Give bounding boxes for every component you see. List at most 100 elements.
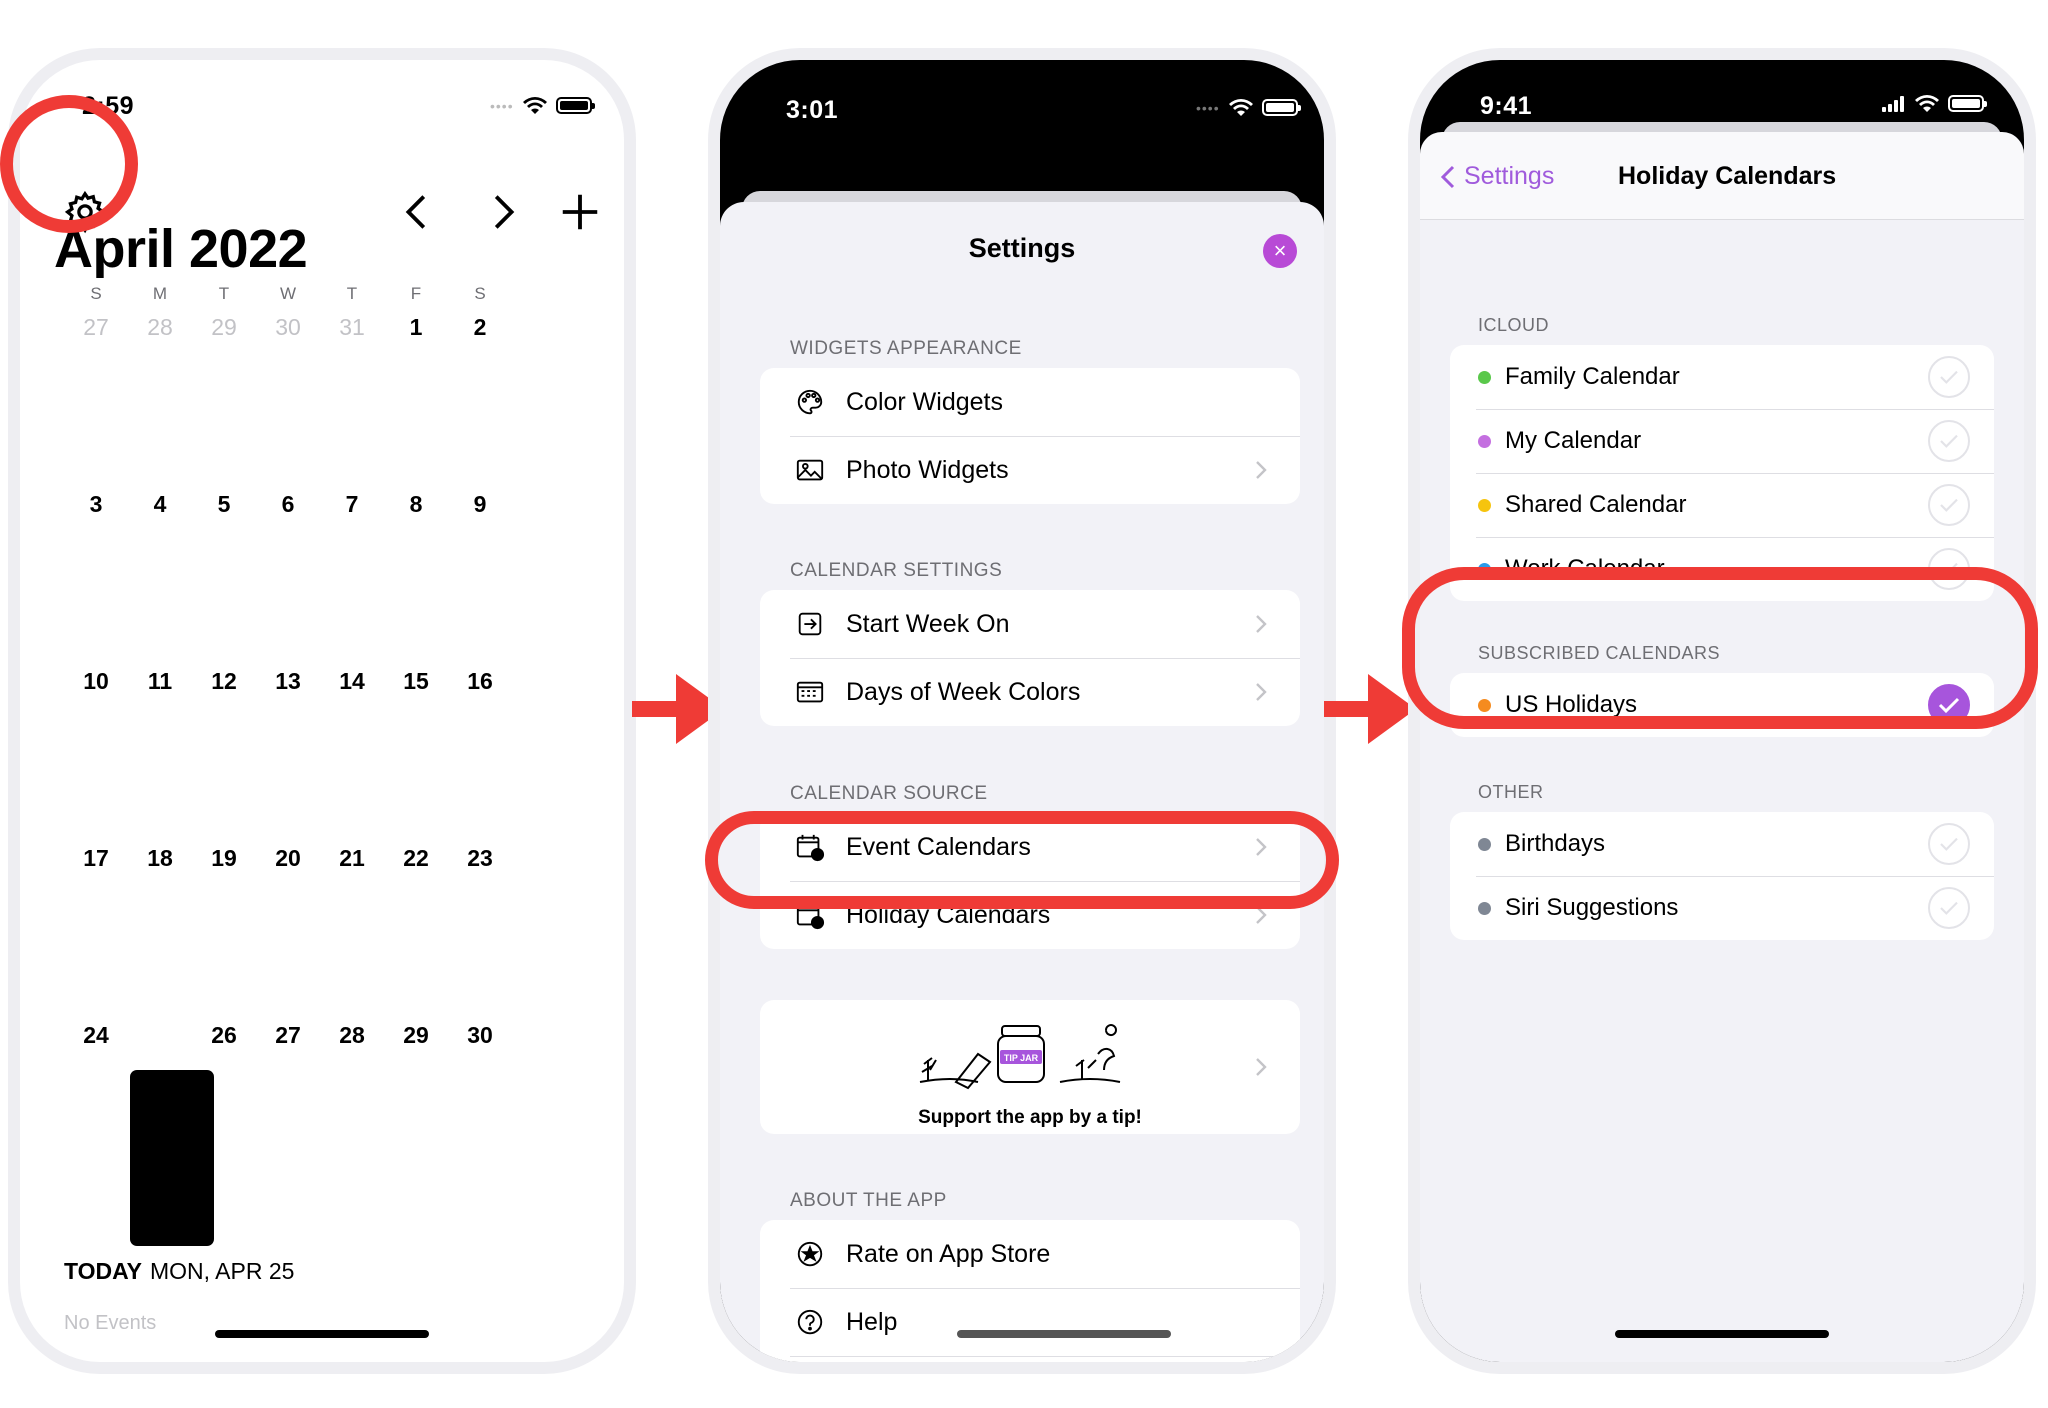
selected-day-highlight [130, 1070, 214, 1246]
day-cell[interactable]: 18 [128, 845, 192, 872]
day-cell[interactable]: 20 [256, 845, 320, 872]
day-cell[interactable]: 8 [384, 491, 448, 518]
back-button[interactable]: Settings [1440, 162, 1554, 191]
settings-row[interactable]: Start Week On [760, 590, 1300, 658]
calendar-label: Siri Suggestions [1505, 894, 1679, 921]
highlight-ring-us-holidays [1402, 567, 2038, 729]
day-cell[interactable]: 30 [448, 1022, 512, 1049]
day-cell[interactable]: 23 [448, 845, 512, 872]
calendar-label: My Calendar [1505, 427, 1642, 454]
day-cell[interactable]: 11 [128, 668, 192, 695]
day-cell[interactable]: 17 [64, 845, 128, 872]
day-cell[interactable]: 28 [320, 1022, 384, 1049]
calendar-row[interactable]: Siri Suggestions [1450, 876, 1994, 940]
section-header: OTHER [1478, 782, 1544, 802]
day-cell[interactable]: 3 [64, 491, 128, 518]
calendar-row[interactable]: Family Calendar [1450, 345, 1994, 409]
checkmark-off-icon[interactable] [1928, 356, 1970, 398]
tip-jar-illustration-icon: TIP JAR [919, 1024, 1121, 1090]
grid-calendar-icon [790, 672, 830, 712]
day-cell[interactable]: 6 [256, 491, 320, 518]
day-cell[interactable]: 19 [192, 845, 256, 872]
section-header: CALENDAR SOURCE [790, 783, 988, 804]
weekday-header: S [90, 284, 102, 303]
day-cell[interactable]: 2 [448, 314, 512, 341]
day-cell[interactable]: 9 [448, 491, 512, 518]
phone-calendar: 2:59 •••• April 2022 SMTWTFS 27 28 29 30 31 1… [8, 48, 636, 1374]
day-cell[interactable]: 27 [256, 1022, 320, 1049]
close-button[interactable]: × [1263, 234, 1297, 268]
settings-group: Color Widgets Photo Widgets [760, 368, 1300, 504]
status-time: 3:01 [786, 96, 839, 124]
chevron-right-icon [1256, 615, 1267, 633]
battery-icon [1948, 95, 1987, 112]
status-icons: •••• [1196, 98, 1301, 117]
settings-row[interactable]: Photo Widgets [760, 436, 1300, 504]
question-circle-icon [790, 1302, 830, 1342]
calendar-row[interactable]: Shared Calendar [1450, 473, 1994, 537]
about-row[interactable]: Help [760, 1288, 1300, 1356]
calendar-label: Family Calendar [1505, 363, 1680, 390]
day-cell[interactable]: 29 [192, 314, 256, 341]
day-cell[interactable]: 4 [128, 491, 192, 518]
home-indicator [957, 1330, 1172, 1338]
calendar-label: Birthdays [1505, 830, 1606, 857]
settings-row-label: Color Widgets [846, 387, 1003, 416]
checkmark-off-icon[interactable] [1928, 823, 1970, 865]
calendar-row[interactable]: My Calendar [1450, 409, 1994, 473]
checkmark-off-icon[interactable] [1928, 887, 1970, 929]
settings-title: Settings [968, 233, 1076, 263]
calendar-screen: 2:59 •••• April 2022 SMTWTFS 27 28 29 30 31 1… [20, 60, 624, 1362]
checkmark-off-icon[interactable] [1928, 484, 1970, 526]
day-cell[interactable]: 1 [384, 314, 448, 341]
day-cell[interactable]: 28 [128, 314, 192, 341]
day-cell[interactable]: 21 [320, 845, 384, 872]
selected-day-cell[interactable]: 25 [128, 1022, 192, 1049]
weekday-header: F [410, 284, 422, 303]
settings-screen: 3:01 •••• Settings × WIDGETS APPEARANCE C… [720, 60, 1324, 1362]
day-cell[interactable]: 5 [192, 491, 256, 518]
weekday-header: W [279, 284, 297, 303]
calendar-group: Family Calendar My Calendar Shared Calenda… [1450, 345, 1994, 601]
about-row[interactable]: Rate on App Store [760, 1220, 1300, 1288]
chevron-right-icon[interactable] [479, 189, 525, 235]
day-cell[interactable]: 12 [192, 668, 256, 695]
photo-icon [790, 450, 830, 490]
phone-settings: 3:01 •••• Settings × WIDGETS APPEARANCE C… [708, 48, 1336, 1374]
tip-jar-label: TIP JAR [1004, 1053, 1039, 1063]
highlight-ring-holiday-calendars [705, 811, 1339, 909]
day-cell[interactable]: 31 [320, 314, 384, 341]
weekday-header: M [152, 284, 168, 303]
day-cell[interactable]: 24 [64, 1022, 128, 1049]
status-time: 9:41 [1480, 92, 1533, 120]
settings-row[interactable]: Color Widgets [760, 368, 1300, 436]
home-indicator [215, 1330, 429, 1338]
day-cell[interactable]: 15 [384, 668, 448, 695]
checkmark-off-icon[interactable] [1928, 420, 1970, 462]
chevron-left-icon [1440, 165, 1455, 188]
day-cell[interactable]: 26 [192, 1022, 256, 1049]
day-cell[interactable]: 29 [384, 1022, 448, 1049]
tip-jar-card[interactable]: TIP JAR Support the app by a tip! [760, 1000, 1300, 1134]
settings-row[interactable]: Days of Week Colors [760, 658, 1300, 726]
wifi-icon [522, 97, 547, 114]
chevron-left-icon[interactable] [395, 189, 441, 235]
day-cell[interactable]: 22 [384, 845, 448, 872]
day-cell[interactable]: 10 [64, 668, 128, 695]
day-cell[interactable]: 27 [64, 314, 128, 341]
star-circle-icon [790, 1234, 830, 1274]
plus-icon[interactable] [557, 189, 603, 235]
status-icons [1882, 94, 1987, 113]
calendar-color-dot [1478, 837, 1491, 851]
day-cell[interactable]: 14 [320, 668, 384, 695]
day-cell[interactable]: 30 [256, 314, 320, 341]
today-date: MON, APR 25 [149, 1258, 295, 1284]
day-cell[interactable]: 13 [256, 668, 320, 695]
settings-row-label: Days of Week Colors [846, 677, 1081, 706]
navigation-bar: Settings Holiday Calendars [1420, 132, 2024, 220]
calendar-row[interactable]: Birthdays [1450, 812, 1994, 876]
day-cell[interactable]: 7 [320, 491, 384, 518]
battery-icon [555, 97, 595, 114]
day-cell[interactable]: 16 [448, 668, 512, 695]
about-row[interactable]: Privacy Policy [760, 1356, 1300, 1362]
